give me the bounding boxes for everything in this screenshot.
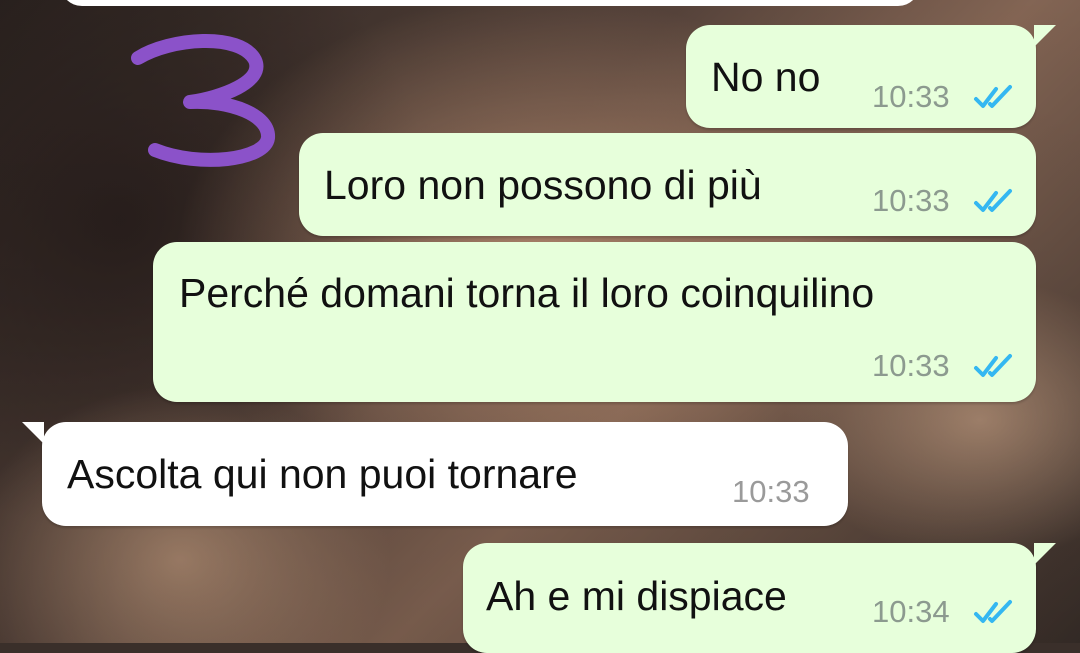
double-check-icon bbox=[974, 189, 1012, 212]
message-text: No no bbox=[711, 54, 821, 100]
message-timestamp: 10:34 bbox=[872, 594, 950, 629]
previous-message-bubble[interactable] bbox=[60, 0, 920, 6]
message-bubble-outgoing[interactable]: Ah e mi dispiace 10:34 bbox=[463, 543, 1056, 653]
message-bubble-outgoing[interactable]: Perché domani torna il loro coinquilino … bbox=[153, 242, 1036, 402]
message-text: Loro non possono di più bbox=[324, 162, 762, 208]
bubble-tail bbox=[1034, 25, 1056, 47]
double-check-icon bbox=[974, 600, 1012, 623]
message-timestamp: 10:33 bbox=[872, 348, 950, 383]
handwritten-number-annotation: 3 bbox=[131, 34, 275, 167]
message-text: Ah e mi dispiace bbox=[486, 573, 787, 619]
message-bubble-outgoing[interactable]: Loro non possono di più 10:33 bbox=[299, 133, 1036, 236]
message-timestamp: 10:33 bbox=[872, 183, 950, 218]
bubble-tail bbox=[22, 422, 44, 444]
message-timestamp: 10:33 bbox=[872, 79, 950, 114]
message-text: Ascolta qui non puoi tornare bbox=[67, 451, 578, 497]
message-text: Perché domani torna il loro coinquilino bbox=[179, 270, 875, 316]
message-bubble-incoming[interactable]: Ascolta qui non puoi tornare 10:33 bbox=[22, 422, 848, 526]
double-check-icon bbox=[974, 85, 1012, 108]
double-check-icon bbox=[974, 354, 1012, 377]
message-bubble-outgoing[interactable]: No no 10:33 bbox=[686, 25, 1056, 128]
message-timestamp: 10:33 bbox=[732, 474, 810, 509]
bubble-tail bbox=[1034, 543, 1056, 565]
